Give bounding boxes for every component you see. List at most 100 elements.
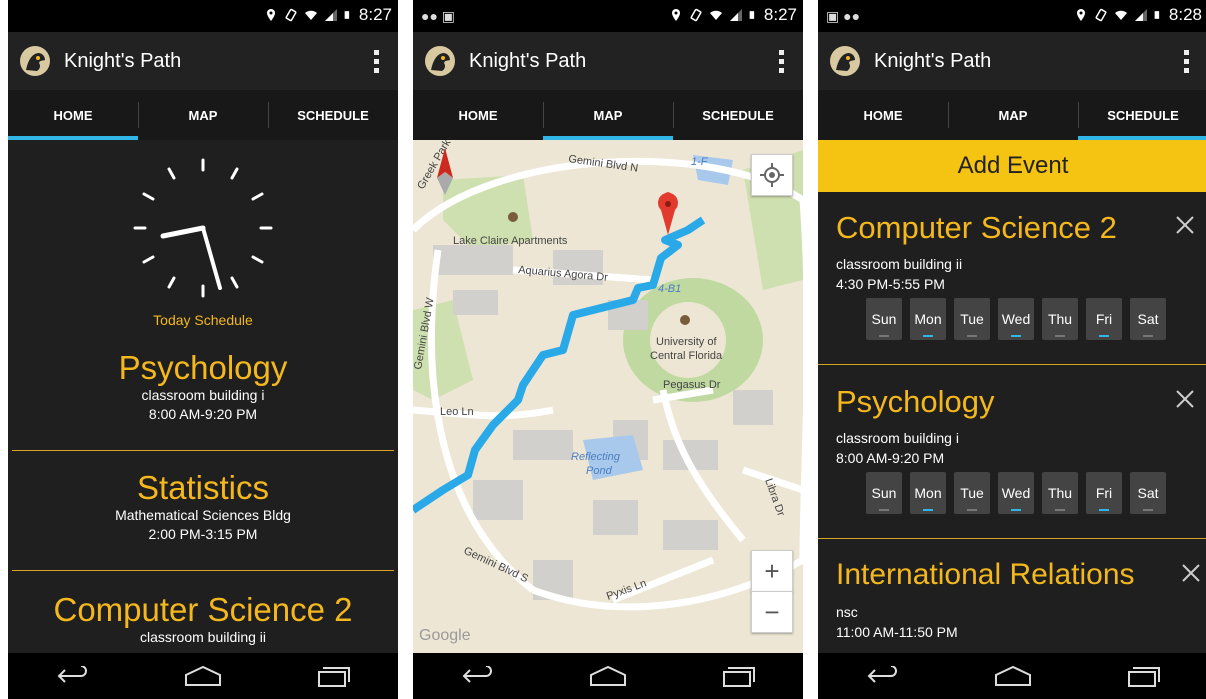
home-screen: 8:27 Knight's Path HOME MAP SCHEDULE Tod… xyxy=(8,0,398,699)
system-nav-bar xyxy=(818,653,1206,699)
app-title: Knight's Path xyxy=(874,49,992,72)
tab-schedule[interactable]: SCHEDULE xyxy=(673,90,803,140)
location-icon xyxy=(671,9,680,21)
event-location: nsc xyxy=(836,604,858,620)
map-screen: ●● ▣ 8:27 Knight's Path HOME MAP SCHEDUL… xyxy=(413,0,803,699)
event-location: classroom building i xyxy=(836,430,959,446)
tab-schedule[interactable]: SCHEDULE xyxy=(268,90,398,140)
map-label: 1-F xyxy=(691,156,709,168)
tab-home[interactable]: HOME xyxy=(8,90,138,140)
map-label: Reflecting xyxy=(571,451,621,463)
map-label: University of xyxy=(656,336,717,348)
event-location: classroom building i xyxy=(141,387,265,403)
zoom-in-icon: + xyxy=(764,555,780,586)
event-title: Psychology xyxy=(118,349,288,386)
day-toggle-fri[interactable]: Fri xyxy=(1086,472,1122,514)
signal-icon xyxy=(729,9,742,21)
system-nav-bar xyxy=(8,653,398,699)
day-toggle-mon[interactable]: Mon xyxy=(910,472,946,514)
day-selector: Sun Mon Tue Wed Thu Fri Sat xyxy=(866,298,1166,340)
google-logo: Google xyxy=(419,627,471,644)
day-toggle-sun[interactable]: Sun xyxy=(866,472,902,514)
home-button[interactable] xyxy=(578,661,638,691)
knight-logo-icon xyxy=(830,46,860,76)
day-toggle-thu[interactable]: Thu xyxy=(1042,472,1078,514)
overflow-menu-icon[interactable] xyxy=(1184,50,1190,74)
battery-icon xyxy=(749,11,755,19)
event-location: Mathematical Sciences Bldg xyxy=(115,507,291,523)
location-icon xyxy=(266,9,275,21)
home-button[interactable] xyxy=(983,661,1043,691)
day-toggle-wed[interactable]: Wed xyxy=(998,472,1034,514)
schedule-event-card[interactable]: Psychology classroom building i 8:00 AM-… xyxy=(818,366,1206,539)
map-label: 4-B1 xyxy=(658,283,681,295)
back-button[interactable] xyxy=(43,661,103,691)
tab-map[interactable]: MAP xyxy=(948,90,1078,140)
wifi-icon xyxy=(304,10,317,20)
rotation-icon xyxy=(1095,8,1107,22)
map-label: Leo Ln xyxy=(440,406,474,418)
map-view[interactable]: Lake Claire Apartments Aquarius Agora Dr… xyxy=(413,140,803,653)
home-event-card[interactable]: Psychology classroom building i 8:00 AM-… xyxy=(12,350,394,451)
status-time: 8:27 xyxy=(358,5,392,24)
back-icon xyxy=(867,666,897,683)
event-location: classroom building ii xyxy=(139,629,267,645)
add-event-button[interactable]: Add Event xyxy=(818,140,1206,192)
battery-icon xyxy=(1154,11,1160,19)
home-icon xyxy=(995,665,1031,686)
map-label: Lake Claire Apartments xyxy=(453,235,568,247)
zoom-in-button[interactable]: + xyxy=(751,550,793,592)
tab-bar: HOME MAP SCHEDULE xyxy=(413,90,803,140)
back-button[interactable] xyxy=(448,661,508,691)
event-title: Computer Science 2 xyxy=(836,210,1117,245)
back-button[interactable] xyxy=(853,661,913,691)
day-toggle-mon[interactable]: Mon xyxy=(910,298,946,340)
tab-bar: HOME MAP SCHEDULE xyxy=(8,90,398,140)
day-toggle-fri[interactable]: Fri xyxy=(1086,298,1122,340)
wifi-icon xyxy=(1114,10,1127,20)
day-toggle-wed[interactable]: Wed xyxy=(998,298,1034,340)
home-event-card[interactable]: Statistics Mathematical Sciences Bldg 2:… xyxy=(12,470,394,571)
recents-button[interactable] xyxy=(303,661,363,691)
event-location: classroom building ii xyxy=(836,256,963,272)
status-bar: 8:27 xyxy=(8,0,398,32)
day-toggle-tue[interactable]: Tue xyxy=(954,472,990,514)
home-event-card[interactable]: Computer Science 2 classroom building ii xyxy=(12,592,394,653)
tab-home[interactable]: HOME xyxy=(413,90,543,140)
tab-home[interactable]: HOME xyxy=(818,90,948,140)
zoom-out-button[interactable]: − xyxy=(751,591,793,633)
overflow-menu-icon[interactable] xyxy=(779,50,785,74)
event-time: 11:00 AM-11:50 PM xyxy=(836,624,958,640)
home-button[interactable] xyxy=(173,661,233,691)
tab-schedule[interactable]: SCHEDULE xyxy=(1078,90,1206,140)
schedule-event-card[interactable]: International Relations nsc 11:00 AM-11:… xyxy=(818,540,1206,653)
signal-icon xyxy=(324,9,337,21)
close-icon[interactable] xyxy=(1180,562,1202,584)
day-toggle-thu[interactable]: Thu xyxy=(1042,298,1078,340)
tab-map[interactable]: MAP xyxy=(138,90,268,140)
home-icon xyxy=(185,665,221,686)
rotation-icon xyxy=(285,8,297,22)
today-schedule-label: Today Schedule xyxy=(153,312,253,328)
map-content: Lake Claire Apartments Aquarius Agora Dr… xyxy=(413,140,803,653)
close-icon[interactable] xyxy=(1174,214,1196,236)
tab-map[interactable]: MAP xyxy=(543,90,673,140)
day-toggle-sun[interactable]: Sun xyxy=(866,298,902,340)
map-label: Pond xyxy=(586,465,613,477)
schedule-content: Add Event Computer Science 2 classroom b… xyxy=(818,140,1206,653)
status-time: 8:27 xyxy=(763,5,797,24)
signal-icon xyxy=(1134,9,1147,21)
recents-button[interactable] xyxy=(708,661,768,691)
event-time: 8:00 AM-9:20 PM xyxy=(836,450,945,466)
close-icon[interactable] xyxy=(1174,388,1196,410)
overflow-menu-icon[interactable] xyxy=(374,50,380,74)
day-toggle-sat[interactable]: Sat xyxy=(1130,472,1166,514)
day-toggle-sat[interactable]: Sat xyxy=(1130,298,1166,340)
schedule-event-card[interactable]: Computer Science 2 classroom building ii… xyxy=(818,192,1206,365)
day-toggle-tue[interactable]: Tue xyxy=(954,298,990,340)
my-location-button[interactable] xyxy=(751,154,793,196)
rotation-icon xyxy=(690,8,702,22)
recents-button[interactable] xyxy=(1113,661,1173,691)
day-selector: Sun Mon Tue Wed Thu Fri Sat xyxy=(866,472,1166,514)
analog-clock-icon xyxy=(133,158,273,298)
